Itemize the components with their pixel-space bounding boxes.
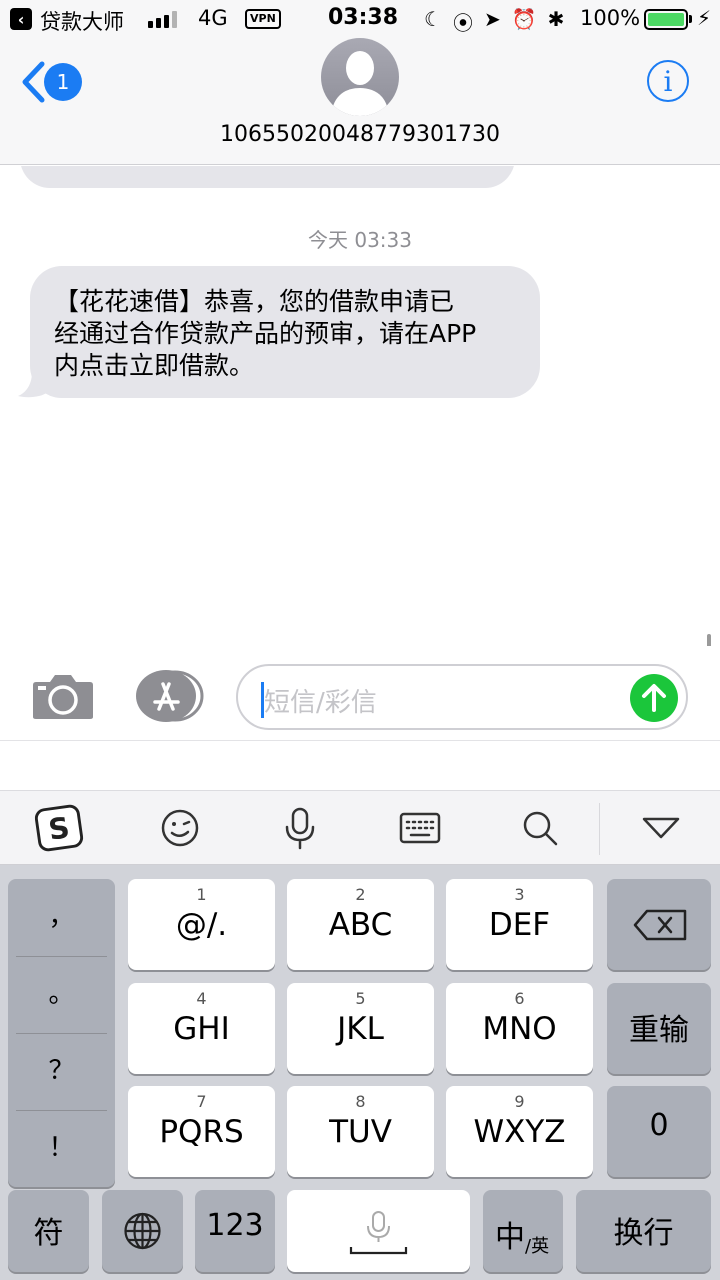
key-7[interactable]: 7 PQRS xyxy=(128,1086,275,1177)
search-button[interactable] xyxy=(515,803,565,853)
triangle-down-icon xyxy=(642,817,680,839)
message-timestamp: 今天 03:33 xyxy=(308,228,412,252)
previous-message-bubble[interactable]: ……………………………… xyxy=(20,166,515,188)
key-6[interactable]: 6 MNO xyxy=(446,983,593,1074)
key-0[interactable]: 0 xyxy=(607,1086,711,1177)
back-button[interactable]: 1 xyxy=(20,60,82,104)
search-icon xyxy=(523,811,558,846)
vpn-badge: VPN xyxy=(245,9,281,29)
microphone-icon xyxy=(285,807,315,850)
person-silhouette-icon xyxy=(331,51,389,116)
message-input[interactable]: 短信/彩信 xyxy=(236,664,688,730)
message-placeholder: 短信/彩信 xyxy=(264,688,377,718)
key-comma[interactable]: ， xyxy=(8,879,115,956)
space-microphone-icon xyxy=(349,1211,408,1255)
numbers-button[interactable]: 123 xyxy=(195,1190,275,1272)
sogou-logo-button[interactable]: S xyxy=(34,803,84,853)
key-period[interactable]: 。 xyxy=(8,956,115,1033)
signal-strength-icon xyxy=(148,10,177,28)
compose-bar: 短信/彩信 xyxy=(0,646,720,740)
message-line: 内点击立即借款。 xyxy=(54,351,255,380)
key-2[interactable]: 2 ABC xyxy=(287,879,434,970)
key-5[interactable]: 5 JKL xyxy=(287,983,434,1074)
status-time: 03:38 xyxy=(328,5,399,30)
keyboard-switch-button[interactable] xyxy=(395,803,445,853)
punctuation-column[interactable]: ， 。 ？ ！ xyxy=(8,879,115,1187)
chevron-left-icon xyxy=(22,61,45,103)
message-list[interactable]: ……………………………… 今天 03:33 【花花速借】恭喜，您的借款申请已 经… xyxy=(0,166,720,646)
send-button[interactable] xyxy=(630,674,678,722)
retype-button[interactable]: 重输 xyxy=(607,983,711,1074)
scroll-indicator[interactable] xyxy=(707,634,711,646)
backspace-button[interactable] xyxy=(607,879,711,970)
back-app-name[interactable]: 贷款大师 xyxy=(40,6,124,36)
bluetooth-icon: ✱ xyxy=(547,7,565,31)
key-9[interactable]: 9 WXYZ xyxy=(446,1086,593,1177)
hide-keyboard-button[interactable] xyxy=(636,803,686,853)
globe-icon xyxy=(124,1212,161,1250)
alarm-icon: ⏰ xyxy=(511,7,537,31)
moon-icon: ☾ xyxy=(424,7,442,31)
message-line: 经通过合作贷款产品的预审，请在APP xyxy=(54,319,477,348)
globe-button[interactable] xyxy=(102,1190,183,1272)
keyboard: ， 。 ？ ！ 1 @/. 2 ABC 3 DEF 4 GHI 5 JKL 6 … xyxy=(0,865,720,1280)
key-question[interactable]: ？ xyxy=(8,1033,115,1110)
app-store-button[interactable] xyxy=(135,670,205,722)
conversation-header: 1 10655020048779301730 i xyxy=(0,38,720,165)
app-store-icon xyxy=(136,670,204,722)
camera-button[interactable] xyxy=(32,672,94,720)
battery-icon xyxy=(644,9,688,30)
keyboard-icon xyxy=(399,812,441,844)
unread-badge: 1 xyxy=(44,63,82,101)
back-to-app-icon[interactable]: ‹ xyxy=(10,8,32,30)
key-4[interactable]: 4 GHI xyxy=(128,983,275,1074)
symbols-button[interactable]: 符 xyxy=(8,1190,89,1272)
key-exclaim[interactable]: ！ xyxy=(8,1110,115,1187)
rotation-lock-icon: ⦿ xyxy=(452,11,473,35)
key-8[interactable]: 8 TUV xyxy=(287,1086,434,1177)
info-button[interactable]: i xyxy=(647,60,689,102)
location-arrow-icon: ➤ xyxy=(483,7,501,31)
key-1[interactable]: 1 @/. xyxy=(128,879,275,970)
language-switch-button[interactable]: 中 /英 xyxy=(483,1190,563,1272)
contact-number[interactable]: 10655020048779301730 xyxy=(0,122,720,147)
battery-percent: 100% xyxy=(580,6,641,30)
arrow-up-icon xyxy=(642,684,666,712)
sogou-logo-icon: S xyxy=(34,804,84,852)
status-bar: ‹ 贷款大师 4G VPN 03:38 ☾ ⦿ ➤ ⏰ ✱ 100% ⚡ xyxy=(0,0,720,40)
keyboard-toolbar: S xyxy=(0,790,720,865)
space-button[interactable] xyxy=(287,1190,470,1272)
return-button[interactable]: 换行 xyxy=(576,1190,711,1272)
camera-icon xyxy=(33,675,93,719)
network-type: 4G xyxy=(198,6,228,30)
key-3[interactable]: 3 DEF xyxy=(446,879,593,970)
contact-avatar[interactable] xyxy=(321,38,399,116)
emoji-button[interactable] xyxy=(155,803,205,853)
backspace-icon xyxy=(633,909,687,941)
message-line: 【花花速借】恭喜，您的借款申请已 xyxy=(54,287,455,316)
emoji-icon xyxy=(161,809,199,847)
voice-input-button[interactable] xyxy=(275,803,325,853)
message-bubble[interactable]: 【花花速借】恭喜，您的借款申请已 经通过合作贷款产品的预审，请在APP 内点击立… xyxy=(30,266,540,398)
charging-bolt-icon: ⚡ xyxy=(697,6,712,30)
